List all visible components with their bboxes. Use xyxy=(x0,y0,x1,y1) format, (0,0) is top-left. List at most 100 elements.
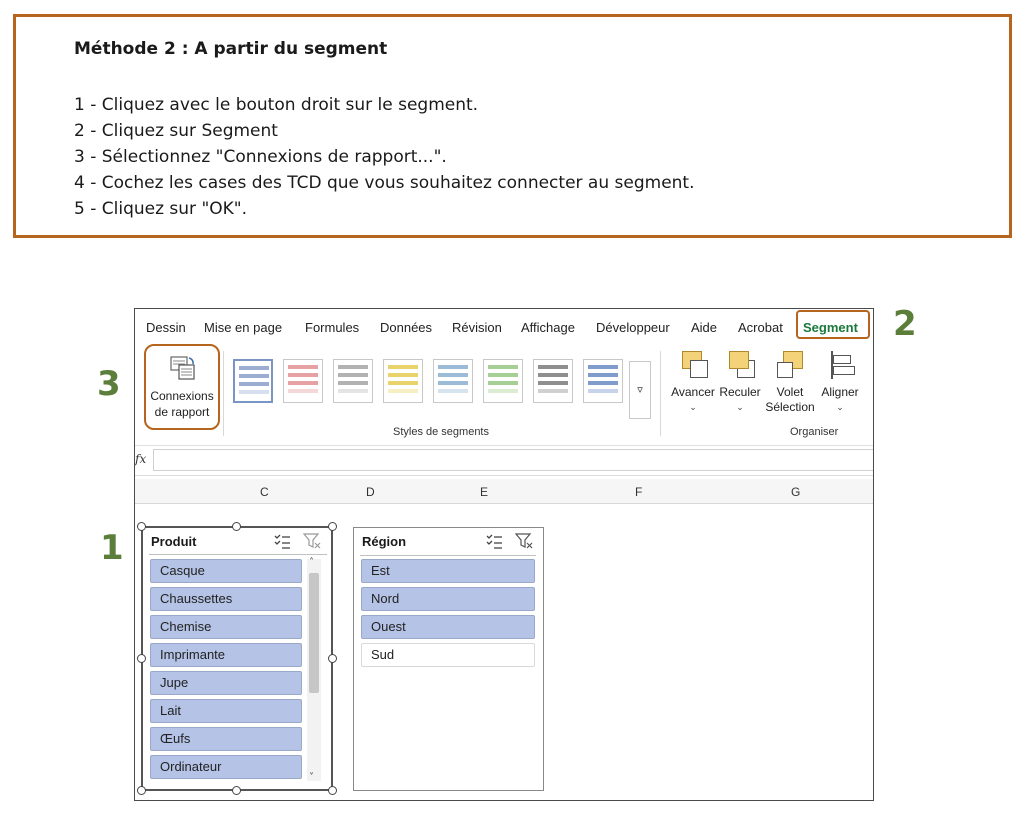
instruction-step: 3 - Sélectionnez "Connexions de rapport.… xyxy=(74,147,447,167)
resize-handle[interactable] xyxy=(232,522,241,531)
send-backward-icon xyxy=(725,351,755,379)
volet-selection-button[interactable]: Volet Sélection xyxy=(763,351,817,415)
chevron-down-icon: ▿ xyxy=(637,383,643,396)
instruction-step: 2 - Cliquez sur Segment xyxy=(74,121,278,141)
avancer-label: Avancer xyxy=(671,385,715,399)
multi-select-icon[interactable] xyxy=(273,532,291,550)
slicer-style-thumbnail[interactable] xyxy=(583,359,623,403)
reculer-button[interactable]: Reculer ⌄ xyxy=(713,351,767,415)
slicer-item-casque[interactable]: Casque xyxy=(150,559,302,583)
resize-handle[interactable] xyxy=(328,522,337,531)
instruction-step: 4 - Cochez les cases des TCD que vous so… xyxy=(74,173,695,193)
tab-aide[interactable]: Aide xyxy=(691,320,717,335)
slicer-item-imprimante[interactable]: Imprimante xyxy=(150,643,302,667)
column-header-c[interactable]: C xyxy=(260,485,269,499)
slicer-item-sud[interactable]: Sud xyxy=(361,643,535,667)
instruction-step: 5 - Cliquez sur "OK". xyxy=(74,199,248,219)
fx-icon: fx xyxy=(135,452,147,466)
column-header-f[interactable]: F xyxy=(635,485,642,499)
column-headers: C D E F G xyxy=(135,479,873,504)
ribbon-tabs: Dessin Mise en page Formules Données Rév… xyxy=(135,309,873,345)
column-header-g[interactable]: G xyxy=(791,485,800,499)
ribbon-separator xyxy=(660,351,661,436)
slicer-style-thumbnail[interactable] xyxy=(333,359,373,403)
column-header-d[interactable]: D xyxy=(366,485,375,499)
resize-handle[interactable] xyxy=(137,654,146,663)
slicer-item-chaussettes[interactable]: Chaussettes xyxy=(150,587,302,611)
slicer-region[interactable]: Région Est Nord Ouest Sud xyxy=(353,527,544,791)
connexions-de-rapport-button[interactable]: Connexions de rapport xyxy=(144,344,220,430)
slicer-style-thumbnail[interactable] xyxy=(433,359,473,403)
resize-handle[interactable] xyxy=(328,786,337,795)
resize-handle[interactable] xyxy=(137,522,146,531)
slicer-item-ouest[interactable]: Ouest xyxy=(361,615,535,639)
tab-segment[interactable]: Segment xyxy=(803,320,858,335)
formula-input[interactable] xyxy=(153,449,873,471)
volet-label: Volet xyxy=(776,385,804,399)
slicer-style-thumbnail[interactable] xyxy=(483,359,523,403)
resize-handle[interactable] xyxy=(328,654,337,663)
slicer-styles-gallery: ▿ xyxy=(227,353,657,419)
slicer-item-ordinateur[interactable]: Ordinateur xyxy=(150,755,302,779)
chevron-up-icon[interactable]: ˄ xyxy=(309,557,314,568)
styles-group-label: Styles de segments xyxy=(393,426,489,438)
slicer-item-lait[interactable]: Lait xyxy=(150,699,302,723)
chevron-down-icon: ⌄ xyxy=(736,402,744,412)
instruction-box: Méthode 2 : A partir du segment 1 - Cliq… xyxy=(13,14,1012,238)
tab-affichage[interactable]: Affichage xyxy=(521,320,575,335)
ribbon: Connexions de rapport ▿ Styles de segmen… xyxy=(135,344,873,446)
resize-handle[interactable] xyxy=(137,786,146,795)
chevron-down-icon[interactable]: ˅ xyxy=(309,772,314,783)
tab-donnees[interactable]: Données xyxy=(380,320,432,335)
instruction-title: Méthode 2 : A partir du segment xyxy=(74,39,388,59)
column-header-e[interactable]: E xyxy=(480,485,488,499)
tab-developpeur[interactable]: Développeur xyxy=(596,320,670,335)
slicer-style-thumbnail[interactable] xyxy=(233,359,273,403)
formula-bar: fx xyxy=(135,447,873,476)
styles-more-button[interactable]: ▿ xyxy=(629,361,651,419)
align-icon xyxy=(825,351,855,379)
aligner-button[interactable]: Aligner ⌄ xyxy=(813,351,867,415)
report-connections-icon xyxy=(170,356,195,380)
bring-forward-icon xyxy=(678,351,708,379)
slicer-item-nord[interactable]: Nord xyxy=(361,587,535,611)
slicer-style-thumbnail[interactable] xyxy=(283,359,323,403)
slicer-produit[interactable]: Produit Casque Chaussettes Chemise Impri… xyxy=(137,522,337,795)
aligner-label: Aligner xyxy=(821,385,859,399)
resize-handle[interactable] xyxy=(232,786,241,795)
multi-select-icon[interactable] xyxy=(485,532,503,550)
reculer-label: Reculer xyxy=(719,385,761,399)
organiser-group-label: Organiser xyxy=(790,426,839,438)
marker-2: 2 xyxy=(893,304,917,344)
marker-1: 1 xyxy=(100,528,124,568)
scroll-thumb[interactable] xyxy=(309,573,319,693)
slicer-item-est[interactable]: Est xyxy=(361,559,535,583)
slicer-produit-title: Produit xyxy=(151,534,197,549)
instruction-steps: 1 - Cliquez avec le bouton droit sur le … xyxy=(74,92,695,222)
chevron-down-icon: ⌄ xyxy=(836,402,844,412)
excel-window: Dessin Mise en page Formules Données Rév… xyxy=(134,308,874,801)
avancer-button[interactable]: Avancer ⌄ xyxy=(666,351,720,415)
slicer-scrollbar[interactable]: ˄ ˅ xyxy=(307,557,321,783)
tab-formules[interactable]: Formules xyxy=(305,320,359,335)
tab-acrobat[interactable]: Acrobat xyxy=(738,320,783,335)
tab-revision[interactable]: Révision xyxy=(452,320,502,335)
clear-filter-icon[interactable] xyxy=(515,532,533,550)
tab-mise-en-page[interactable]: Mise en page xyxy=(204,320,282,335)
selection-label: Sélection xyxy=(765,400,815,414)
slicer-region-title: Région xyxy=(362,534,407,549)
slicer-item-oeufs[interactable]: Œufs xyxy=(150,727,302,751)
selection-pane-icon xyxy=(775,351,805,379)
connexions-label-line2: de rapport xyxy=(154,405,210,419)
tab-dessin[interactable]: Dessin xyxy=(146,320,186,335)
ribbon-separator xyxy=(223,351,224,436)
slicer-item-chemise[interactable]: Chemise xyxy=(150,615,302,639)
marker-3: 3 xyxy=(97,364,121,404)
slicer-item-jupe[interactable]: Jupe xyxy=(150,671,302,695)
connexions-label-line1: Connexions xyxy=(150,389,214,403)
clear-filter-icon[interactable] xyxy=(303,532,321,550)
chevron-down-icon: ⌄ xyxy=(689,402,697,412)
slicer-style-thumbnail[interactable] xyxy=(533,359,573,403)
instruction-step: 1 - Cliquez avec le bouton droit sur le … xyxy=(74,95,479,115)
slicer-style-thumbnail[interactable] xyxy=(383,359,423,403)
